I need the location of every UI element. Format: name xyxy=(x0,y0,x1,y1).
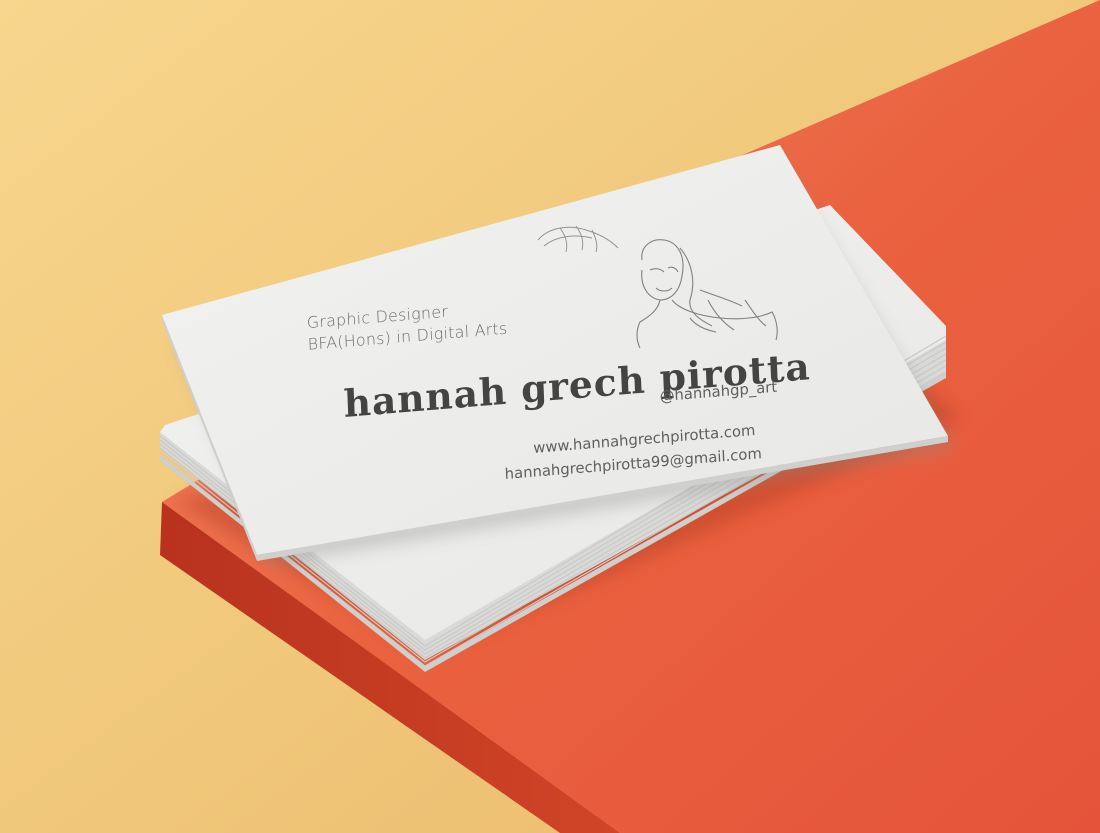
card-text-block: Graphic Designer BFA(Hons) in Digital Ar… xyxy=(300,249,942,596)
business-card-mockup-scene: Graphic Designer BFA(Hons) in Digital Ar… xyxy=(0,0,1100,833)
